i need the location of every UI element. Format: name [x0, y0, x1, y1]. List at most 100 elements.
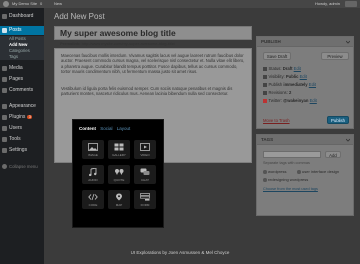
sidebar-item-label: Appearance [9, 103, 36, 109]
tag-input[interactable] [263, 151, 321, 158]
sidebar-item-tools[interactable]: Tools [0, 135, 44, 144]
block-video[interactable]: VIDEO [134, 140, 156, 159]
permalink-url[interactable]: http://www.mysite.com/my-super-awesome-b… [82, 41, 176, 46]
status-value: Draft [282, 66, 293, 71]
post-body-paragraph: Maecenas faucibus mollis interdum. Vivam… [61, 53, 245, 74]
chat-icon [140, 168, 150, 175]
twitter-icon [263, 99, 267, 103]
twitter-row: Twitter: @wakeinyan Edit [263, 98, 317, 103]
wrench-icon [2, 137, 7, 142]
block-code[interactable]: CODE [82, 190, 104, 209]
permalink: Permalink: http://www.mysite.com/my-supe… [60, 41, 175, 46]
admin-bar-new[interactable]: New [54, 0, 62, 8]
block-label: CHAT [141, 178, 149, 182]
revisions-label: Revisions: [268, 90, 288, 95]
map-icon [116, 193, 122, 201]
collapse-menu[interactable]: Collapse menu [0, 162, 44, 171]
edit-publish-time-link[interactable]: Edit [309, 82, 316, 87]
footer-caption: UI Explorations by Joen Asmussen & Mel C… [130, 250, 230, 255]
user-icon [2, 126, 7, 131]
block-image[interactable]: IMAGE [82, 140, 104, 159]
sidebar-item-dashboard[interactable]: Dashboard [0, 12, 44, 21]
pin-icon [263, 67, 267, 71]
picker-tabs: Content Social Layout [79, 126, 133, 131]
page-title: Add New Post [54, 12, 105, 21]
choose-most-used-tags-link[interactable]: Choose from the most used tags [263, 187, 318, 191]
block-gallery[interactable]: GALLERY [108, 140, 130, 159]
sidebar-item-comments[interactable]: Comments [0, 86, 44, 95]
remove-tag-icon[interactable] [263, 170, 267, 174]
page-heading-text: Add New Post [54, 12, 105, 21]
tags-hint: Separate tags with commas [263, 161, 310, 165]
dashboard-icon [2, 14, 7, 19]
edit-twitter-link[interactable]: Edit [310, 98, 317, 103]
publish-panel-header[interactable]: PUBLISH [257, 37, 353, 47]
tag-chip: wordpress [263, 169, 286, 174]
music-icon [89, 168, 97, 176]
block-audio[interactable]: AUDIO [82, 165, 104, 184]
move-to-trash-link[interactable]: Move to Trash [263, 118, 290, 123]
pin-icon [2, 28, 7, 33]
block-label: QUOTE [113, 178, 125, 182]
form-icon [140, 193, 150, 201]
edit-visibility-link[interactable]: Edit [300, 74, 307, 79]
history-icon [263, 91, 267, 95]
block-label: AUDIO [88, 178, 98, 182]
calendar-icon [263, 83, 267, 87]
admin-bar-site-link[interactable]: My Demo Site [12, 0, 37, 8]
admin-bar-comments[interactable]: 0 [40, 0, 42, 8]
tab-social[interactable]: Social [100, 126, 112, 131]
sidebar-item-posts[interactable]: Posts [0, 26, 44, 35]
block-label: MAP [115, 203, 123, 207]
remove-tag-icon[interactable] [263, 178, 267, 182]
sidebar-item-pages[interactable]: Pages [0, 75, 44, 84]
visibility-row: Visibility: Public Edit [263, 74, 307, 79]
save-draft-button[interactable]: Save Draft [263, 52, 291, 60]
block-chat[interactable]: CHAT [134, 165, 156, 184]
sidebar-item-appearance[interactable]: Appearance [0, 102, 44, 111]
admin-bar-howdy[interactable]: Howdy, admin [315, 0, 340, 8]
tab-content[interactable]: Content [79, 126, 96, 131]
tab-layout[interactable]: Layout [117, 126, 131, 131]
tags-heading: TAGS [261, 137, 274, 142]
plug-icon [2, 115, 7, 120]
tag-label: redesigning wordpress [268, 177, 309, 182]
sidebar-item-label: Posts [9, 27, 22, 33]
block-label: IMAGE [88, 153, 98, 157]
gallery-icon [114, 143, 124, 151]
sidebar-item-users[interactable]: Users [0, 124, 44, 133]
sidebar-item-label: Pages [9, 76, 24, 82]
block-map[interactable]: MAP [108, 190, 130, 209]
chevron-down-icon[interactable] [346, 40, 350, 44]
preview-button[interactable]: Preview [321, 52, 349, 60]
sidebar-item-label: Comments [9, 87, 34, 93]
publish-button[interactable]: Publish [327, 116, 349, 124]
block-label: FORM [140, 203, 150, 207]
post-body-paragraph: Vestibulum id ligula porta felis euismod… [61, 86, 233, 97]
chevron-down-icon[interactable] [346, 138, 350, 142]
sidebar-item-media[interactable]: Media [0, 64, 44, 73]
status-row: Status: Draft Edit [263, 66, 301, 71]
eye-icon [263, 75, 267, 79]
sidebar-item-label: Settings [9, 147, 28, 153]
sidebar-item-label: Media [9, 65, 23, 71]
sidebar-subitem-tags[interactable]: Tags [0, 54, 44, 60]
sliders-icon [2, 148, 7, 153]
sidebar-item-plugins[interactable]: Plugins 3 [0, 113, 44, 122]
edit-status-link[interactable]: Edit [294, 66, 301, 71]
plugins-update-badge: 3 [27, 115, 33, 119]
wordpress-logo-icon[interactable] [3, 1, 9, 7]
add-tag-button[interactable]: Add [325, 151, 341, 158]
sidebar-item-settings[interactable]: Settings [0, 146, 44, 155]
search-icon[interactable] [345, 1, 357, 7]
comment-icon [2, 88, 7, 93]
tags-panel: TAGS Add Separate tags with commas wordp… [256, 134, 354, 216]
block-quote[interactable]: QUOTE [108, 165, 130, 184]
block-form[interactable]: FORM [134, 190, 156, 209]
remove-tag-icon[interactable] [297, 170, 301, 174]
sidebar-item-label: Dashboard [9, 13, 34, 19]
collapse-arrow-icon [2, 164, 7, 169]
publish-panel: PUBLISH Save Draft Preview Status: Draft… [256, 36, 354, 129]
post-title-value[interactable]: My super awesome blog title [60, 27, 176, 39]
tags-panel-header[interactable]: TAGS [257, 135, 353, 145]
